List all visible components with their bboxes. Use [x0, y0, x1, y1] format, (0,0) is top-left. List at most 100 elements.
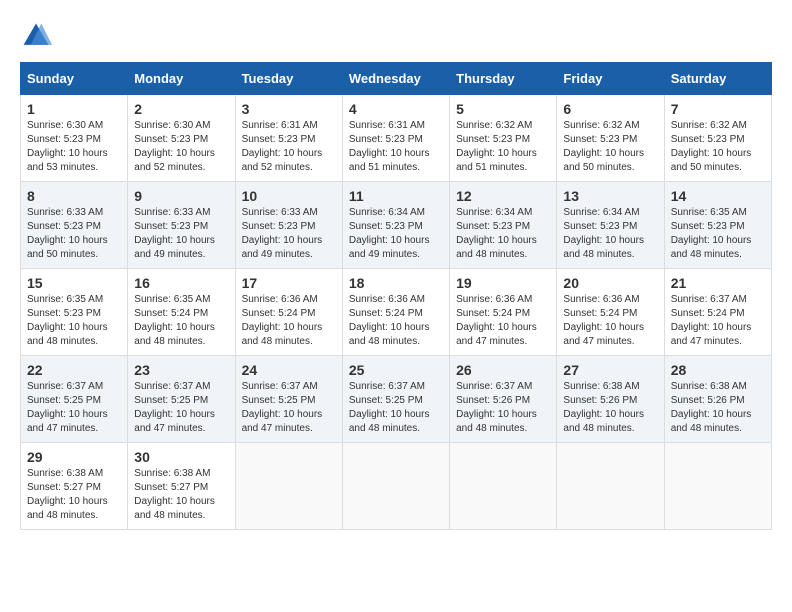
calendar-week-row: 15 Sunrise: 6:35 AM Sunset: 5:23 PM Dayl… [21, 269, 772, 356]
calendar-cell: 28 Sunrise: 6:38 AM Sunset: 5:26 PM Dayl… [664, 356, 771, 443]
day-number: 2 [134, 101, 228, 117]
header-friday: Friday [557, 63, 664, 95]
day-number: 14 [671, 188, 765, 204]
day-number: 21 [671, 275, 765, 291]
day-number: 29 [27, 449, 121, 465]
day-number: 6 [563, 101, 657, 117]
calendar-cell: 8 Sunrise: 6:33 AM Sunset: 5:23 PM Dayli… [21, 182, 128, 269]
day-info: Sunrise: 6:37 AM Sunset: 5:26 PM Dayligh… [456, 380, 550, 436]
calendar-week-row: 1 Sunrise: 6:30 AM Sunset: 5:23 PM Dayli… [21, 95, 772, 182]
calendar-cell: 26 Sunrise: 6:37 AM Sunset: 5:26 PM Dayl… [450, 356, 557, 443]
day-info: Sunrise: 6:31 AM Sunset: 5:23 PM Dayligh… [242, 119, 336, 175]
day-info: Sunrise: 6:31 AM Sunset: 5:23 PM Dayligh… [349, 119, 443, 175]
day-info: Sunrise: 6:36 AM Sunset: 5:24 PM Dayligh… [349, 293, 443, 349]
day-info: Sunrise: 6:36 AM Sunset: 5:24 PM Dayligh… [242, 293, 336, 349]
header-tuesday: Tuesday [235, 63, 342, 95]
day-info: Sunrise: 6:35 AM Sunset: 5:23 PM Dayligh… [671, 206, 765, 262]
calendar-cell: 22 Sunrise: 6:37 AM Sunset: 5:25 PM Dayl… [21, 356, 128, 443]
header-saturday: Saturday [664, 63, 771, 95]
day-number: 16 [134, 275, 228, 291]
day-info: Sunrise: 6:33 AM Sunset: 5:23 PM Dayligh… [134, 206, 228, 262]
calendar-cell [557, 443, 664, 530]
day-number: 15 [27, 275, 121, 291]
day-info: Sunrise: 6:34 AM Sunset: 5:23 PM Dayligh… [349, 206, 443, 262]
calendar-cell: 7 Sunrise: 6:32 AM Sunset: 5:23 PM Dayli… [664, 95, 771, 182]
day-info: Sunrise: 6:33 AM Sunset: 5:23 PM Dayligh… [242, 206, 336, 262]
calendar-cell: 23 Sunrise: 6:37 AM Sunset: 5:25 PM Dayl… [128, 356, 235, 443]
calendar-table: SundayMondayTuesdayWednesdayThursdayFrid… [20, 62, 772, 530]
day-number: 20 [563, 275, 657, 291]
calendar-cell: 5 Sunrise: 6:32 AM Sunset: 5:23 PM Dayli… [450, 95, 557, 182]
header-thursday: Thursday [450, 63, 557, 95]
day-info: Sunrise: 6:30 AM Sunset: 5:23 PM Dayligh… [27, 119, 121, 175]
calendar-cell: 14 Sunrise: 6:35 AM Sunset: 5:23 PM Dayl… [664, 182, 771, 269]
day-number: 23 [134, 362, 228, 378]
calendar-cell: 30 Sunrise: 6:38 AM Sunset: 5:27 PM Dayl… [128, 443, 235, 530]
day-info: Sunrise: 6:37 AM Sunset: 5:25 PM Dayligh… [242, 380, 336, 436]
day-info: Sunrise: 6:38 AM Sunset: 5:27 PM Dayligh… [27, 467, 121, 523]
calendar-cell [342, 443, 449, 530]
day-number: 17 [242, 275, 336, 291]
calendar-week-row: 29 Sunrise: 6:38 AM Sunset: 5:27 PM Dayl… [21, 443, 772, 530]
day-info: Sunrise: 6:30 AM Sunset: 5:23 PM Dayligh… [134, 119, 228, 175]
day-info: Sunrise: 6:37 AM Sunset: 5:25 PM Dayligh… [27, 380, 121, 436]
day-info: Sunrise: 6:34 AM Sunset: 5:23 PM Dayligh… [563, 206, 657, 262]
day-number: 9 [134, 188, 228, 204]
day-info: Sunrise: 6:36 AM Sunset: 5:24 PM Dayligh… [563, 293, 657, 349]
calendar-cell: 11 Sunrise: 6:34 AM Sunset: 5:23 PM Dayl… [342, 182, 449, 269]
calendar-cell: 18 Sunrise: 6:36 AM Sunset: 5:24 PM Dayl… [342, 269, 449, 356]
day-number: 18 [349, 275, 443, 291]
logo-icon [20, 20, 52, 52]
calendar-cell: 24 Sunrise: 6:37 AM Sunset: 5:25 PM Dayl… [235, 356, 342, 443]
day-number: 8 [27, 188, 121, 204]
calendar-cell: 27 Sunrise: 6:38 AM Sunset: 5:26 PM Dayl… [557, 356, 664, 443]
day-number: 25 [349, 362, 443, 378]
page-header [20, 20, 772, 52]
day-number: 5 [456, 101, 550, 117]
day-number: 13 [563, 188, 657, 204]
day-number: 12 [456, 188, 550, 204]
calendar-cell: 25 Sunrise: 6:37 AM Sunset: 5:25 PM Dayl… [342, 356, 449, 443]
header-monday: Monday [128, 63, 235, 95]
calendar-cell: 13 Sunrise: 6:34 AM Sunset: 5:23 PM Dayl… [557, 182, 664, 269]
day-info: Sunrise: 6:37 AM Sunset: 5:24 PM Dayligh… [671, 293, 765, 349]
day-number: 24 [242, 362, 336, 378]
calendar-cell: 15 Sunrise: 6:35 AM Sunset: 5:23 PM Dayl… [21, 269, 128, 356]
logo [20, 20, 58, 52]
calendar-week-row: 8 Sunrise: 6:33 AM Sunset: 5:23 PM Dayli… [21, 182, 772, 269]
day-number: 26 [456, 362, 550, 378]
day-number: 3 [242, 101, 336, 117]
calendar-cell: 4 Sunrise: 6:31 AM Sunset: 5:23 PM Dayli… [342, 95, 449, 182]
calendar-cell: 6 Sunrise: 6:32 AM Sunset: 5:23 PM Dayli… [557, 95, 664, 182]
day-number: 10 [242, 188, 336, 204]
day-number: 28 [671, 362, 765, 378]
day-number: 11 [349, 188, 443, 204]
calendar-cell: 10 Sunrise: 6:33 AM Sunset: 5:23 PM Dayl… [235, 182, 342, 269]
calendar-cell [450, 443, 557, 530]
day-number: 1 [27, 101, 121, 117]
header-sunday: Sunday [21, 63, 128, 95]
calendar-cell: 19 Sunrise: 6:36 AM Sunset: 5:24 PM Dayl… [450, 269, 557, 356]
day-info: Sunrise: 6:33 AM Sunset: 5:23 PM Dayligh… [27, 206, 121, 262]
calendar-cell [235, 443, 342, 530]
day-info: Sunrise: 6:38 AM Sunset: 5:26 PM Dayligh… [563, 380, 657, 436]
calendar-cell: 2 Sunrise: 6:30 AM Sunset: 5:23 PM Dayli… [128, 95, 235, 182]
day-number: 4 [349, 101, 443, 117]
calendar-cell: 16 Sunrise: 6:35 AM Sunset: 5:24 PM Dayl… [128, 269, 235, 356]
calendar-cell: 12 Sunrise: 6:34 AM Sunset: 5:23 PM Dayl… [450, 182, 557, 269]
day-number: 27 [563, 362, 657, 378]
day-number: 19 [456, 275, 550, 291]
day-number: 30 [134, 449, 228, 465]
day-info: Sunrise: 6:34 AM Sunset: 5:23 PM Dayligh… [456, 206, 550, 262]
calendar-cell: 17 Sunrise: 6:36 AM Sunset: 5:24 PM Dayl… [235, 269, 342, 356]
day-info: Sunrise: 6:32 AM Sunset: 5:23 PM Dayligh… [671, 119, 765, 175]
day-info: Sunrise: 6:32 AM Sunset: 5:23 PM Dayligh… [456, 119, 550, 175]
calendar-header-row: SundayMondayTuesdayWednesdayThursdayFrid… [21, 63, 772, 95]
calendar-cell: 20 Sunrise: 6:36 AM Sunset: 5:24 PM Dayl… [557, 269, 664, 356]
calendar-cell: 21 Sunrise: 6:37 AM Sunset: 5:24 PM Dayl… [664, 269, 771, 356]
day-info: Sunrise: 6:36 AM Sunset: 5:24 PM Dayligh… [456, 293, 550, 349]
day-number: 7 [671, 101, 765, 117]
day-info: Sunrise: 6:38 AM Sunset: 5:27 PM Dayligh… [134, 467, 228, 523]
day-info: Sunrise: 6:32 AM Sunset: 5:23 PM Dayligh… [563, 119, 657, 175]
calendar-cell: 1 Sunrise: 6:30 AM Sunset: 5:23 PM Dayli… [21, 95, 128, 182]
